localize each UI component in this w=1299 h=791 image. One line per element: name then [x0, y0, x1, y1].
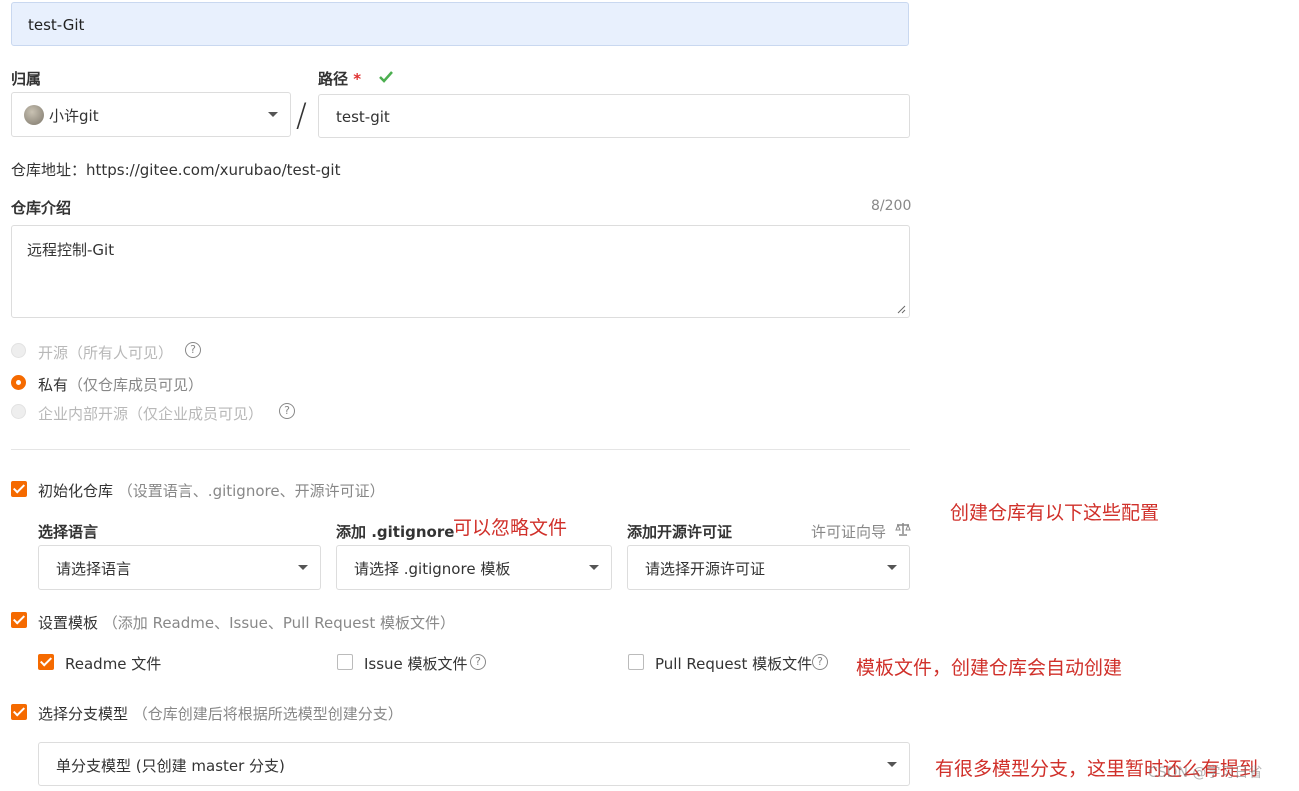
visibility-option-public[interactable]: 开源（所有人可见） ?	[11, 342, 511, 364]
resize-handle-icon[interactable]	[897, 305, 906, 314]
divider	[11, 449, 910, 450]
radio-enterprise[interactable]	[11, 404, 26, 419]
help-icon[interactable]: ?	[185, 342, 201, 358]
license-label: 添加开源许可证	[627, 523, 733, 541]
pr-template-label: Pull Request 模板文件	[655, 655, 813, 673]
avatar	[24, 105, 44, 125]
chevron-down-icon	[589, 565, 599, 570]
visibility-public-label: 开源（所有人可见）	[38, 344, 174, 362]
owner-select[interactable]: 小许git	[11, 92, 291, 137]
description-label: 仓库介绍	[11, 199, 72, 217]
watermark: CSDN @学习日省	[1148, 765, 1263, 781]
readme-checkbox[interactable]	[38, 654, 54, 670]
pr-template-checkbox[interactable]	[628, 654, 644, 670]
init-repo-checkbox[interactable]	[11, 481, 27, 497]
issue-template-checkbox[interactable]	[337, 654, 353, 670]
license-select[interactable]: 请选择开源许可证	[627, 545, 910, 590]
required-mark: *	[353, 70, 362, 88]
branch-model-label: 选择分支模型 （仓库创建后将根据所选模型创建分支）	[38, 705, 403, 723]
chevron-down-icon	[268, 112, 278, 117]
init-repo-label: 初始化仓库 （设置语言、.gitignore、开源许可证）	[38, 482, 385, 500]
annotation-config: 创建仓库有以下这些配置	[950, 502, 1160, 524]
help-icon[interactable]: ?	[812, 654, 828, 670]
readme-label: Readme 文件	[65, 655, 162, 673]
visibility-private-label: 私有（仅仓库成员可见）	[38, 376, 204, 394]
language-label: 选择语言	[38, 523, 99, 541]
gitignore-select[interactable]: 请选择 .gitignore 模板	[336, 545, 612, 590]
template-checkbox[interactable]	[11, 612, 27, 628]
license-guide-link[interactable]: 许可证向导	[811, 521, 886, 542]
scale-icon[interactable]	[895, 522, 911, 536]
owner-label: 归属	[11, 70, 42, 88]
license-select-value: 请选择开源许可证	[645, 560, 766, 578]
repo-name-value: test-Git	[28, 16, 85, 34]
language-select[interactable]: 请选择语言	[38, 545, 321, 590]
template-label: 设置模板 （添加 Readme、Issue、Pull Request 模板文件）	[38, 614, 455, 632]
chevron-down-icon	[887, 565, 897, 570]
radio-private[interactable]	[11, 375, 26, 390]
branch-model-checkbox[interactable]	[11, 704, 27, 720]
branch-model-select[interactable]: 单分支模型 (只创建 master 分支)	[38, 742, 910, 786]
issue-template-label: Issue 模板文件	[364, 655, 468, 673]
check-icon	[379, 71, 393, 83]
annotation-template: 模板文件，创建仓库会自动创建	[856, 657, 1123, 679]
help-icon[interactable]: ?	[470, 654, 486, 670]
repo-url: 仓库地址：https://gitee.com/xurubao/test-git	[11, 161, 341, 179]
help-icon[interactable]: ?	[279, 403, 295, 419]
path-input[interactable]: test-git	[318, 94, 910, 138]
owner-value: 小许git	[49, 107, 99, 125]
description-value: 远程控制-Git	[27, 241, 115, 259]
gitignore-label: 添加 .gitignore	[336, 523, 455, 541]
annotation-gitignore: 可以忽略文件	[453, 517, 568, 539]
path-label: 路径 *	[318, 68, 361, 89]
visibility-enterprise-label: 企业内部开源（仅企业成员可见）	[38, 405, 264, 423]
radio-public[interactable]	[11, 343, 26, 358]
language-select-value: 请选择语言	[56, 560, 132, 578]
branch-model-value: 单分支模型 (只创建 master 分支)	[56, 757, 285, 775]
chevron-down-icon	[887, 762, 897, 767]
path-label-text: 路径	[318, 70, 349, 88]
description-textarea[interactable]: 远程控制-Git	[11, 225, 910, 318]
path-separator: /	[296, 96, 307, 134]
gitignore-select-value: 请选择 .gitignore 模板	[354, 560, 511, 578]
visibility-option-private[interactable]: 私有（仅仓库成员可见）	[11, 374, 511, 396]
description-counter: 8/200	[871, 198, 912, 214]
visibility-option-enterprise[interactable]: 企业内部开源（仅企业成员可见） ?	[11, 403, 511, 425]
chevron-down-icon	[298, 565, 308, 570]
path-value: test-git	[336, 108, 390, 126]
repo-name-input[interactable]: test-Git	[11, 2, 909, 46]
